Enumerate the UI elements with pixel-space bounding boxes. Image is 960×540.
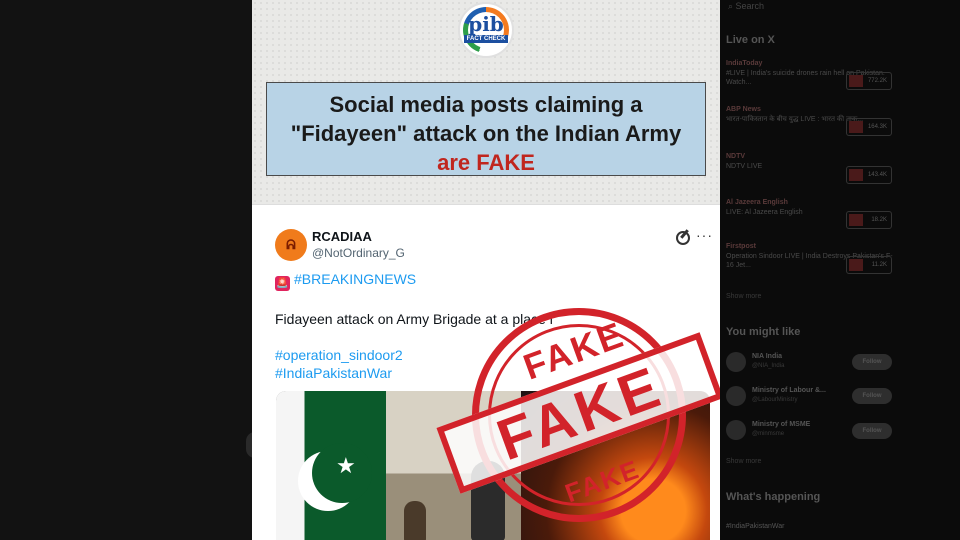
fire-photo — [521, 391, 710, 540]
hashtag-operation-sindoor2[interactable]: #operation_sindoor2 — [275, 347, 403, 363]
x-sidebar: ⌕ Search Live on X IndiaToday #LIVE | In… — [720, 0, 960, 540]
more-icon[interactable]: ··· — [696, 227, 713, 243]
live-count-badge[interactable]: 18.2K — [846, 211, 892, 229]
headline-line-2: "Fidayeen" attack on the Indian Army — [290, 121, 682, 146]
hashtag-india-pakistan-war[interactable]: #IndiaPakistanWar — [275, 365, 392, 381]
tweet-display-name[interactable]: RCADIAA — [312, 229, 372, 244]
avatar — [726, 420, 746, 440]
follow-button[interactable]: Follow — [852, 354, 892, 370]
live-source: Al Jazeera English — [726, 199, 788, 206]
live-source: ABP News — [726, 106, 761, 113]
live-count: 18.2K — [871, 217, 887, 223]
headline-line-3: are FAKE — [437, 150, 535, 175]
tweet-media-image[interactable]: ★ — [276, 391, 710, 540]
siren-icon: 🚨 — [275, 276, 290, 291]
pib-fact-check-logo: pib FACT CHECK — [458, 2, 514, 58]
tweet-screenshot: ᕱ RCADIAA @NotOrdinary_G ··· 🚨 #BREAKINGN… — [252, 204, 720, 540]
live-count: 772.2K — [867, 78, 887, 84]
account-handle: @LabourMinistry — [752, 397, 798, 403]
search-label: Search — [735, 1, 765, 11]
live-source: IndiaToday — [726, 60, 763, 67]
live-count-badge[interactable]: 772.2K — [846, 72, 892, 90]
follow-button[interactable]: Follow — [852, 423, 892, 439]
screenshot-stage: pib FACT CHECK Social media posts claimi… — [0, 0, 960, 540]
logo-brand: pib — [468, 11, 504, 36]
live-count: 11.2K — [871, 262, 887, 268]
whats-happening-heading: What's happening — [726, 491, 821, 503]
show-more-link[interactable]: Show more — [726, 293, 761, 300]
live-count: 143.4K — [867, 172, 887, 178]
breaking-hashtag-text[interactable]: #BREAKINGNEWS — [294, 271, 416, 287]
follow-button[interactable]: Follow — [852, 388, 892, 404]
live-heading: Live on X — [726, 34, 775, 46]
account-name: Ministry of MSME — [752, 421, 811, 428]
headline-line-1: Social media posts claiming a — [329, 92, 643, 117]
live-count-badge[interactable]: 164.3K — [846, 118, 892, 136]
avatar — [726, 352, 746, 372]
live-count-badge[interactable]: 143.4K — [846, 166, 892, 184]
live-count-badge[interactable]: 11.2K — [846, 256, 892, 274]
live-count: 164.3K — [867, 124, 887, 130]
room-photo — [386, 391, 521, 540]
show-more-link[interactable]: Show more — [726, 458, 761, 465]
account-handle: @NIA_India — [752, 363, 785, 369]
fact-check-card: pib FACT CHECK Social media posts claimi… — [252, 0, 720, 540]
breaking-hashtag[interactable]: 🚨 #BREAKINGNEWS — [275, 271, 416, 291]
logo-tag: FACT CHECK — [463, 34, 509, 43]
account-name: NIA India — [752, 353, 783, 360]
live-source: NDTV — [726, 153, 746, 160]
sidebar-search[interactable]: ⌕ Search — [728, 1, 764, 12]
trend-item[interactable]: #IndiaPakistanWar — [726, 523, 785, 530]
avatar — [726, 386, 746, 406]
tweet-handle[interactable]: @NotOrdinary_G — [312, 246, 405, 260]
account-handle: @minmsme — [752, 431, 785, 437]
headline-box: Social media posts claiming a "Fidayeen"… — [266, 82, 706, 176]
avatar[interactable]: ᕱ — [275, 229, 307, 261]
account-name: Ministry of Labour &... — [752, 387, 826, 394]
tweet-body: Fidayeen attack on Army Brigade at a pla… — [275, 311, 553, 327]
might-like-heading: You might like — [726, 326, 801, 338]
live-source: Firstpost — [726, 243, 756, 250]
left-backdrop — [0, 0, 264, 540]
grok-icon[interactable] — [676, 231, 690, 245]
pakistan-flag-image: ★ — [276, 391, 386, 540]
